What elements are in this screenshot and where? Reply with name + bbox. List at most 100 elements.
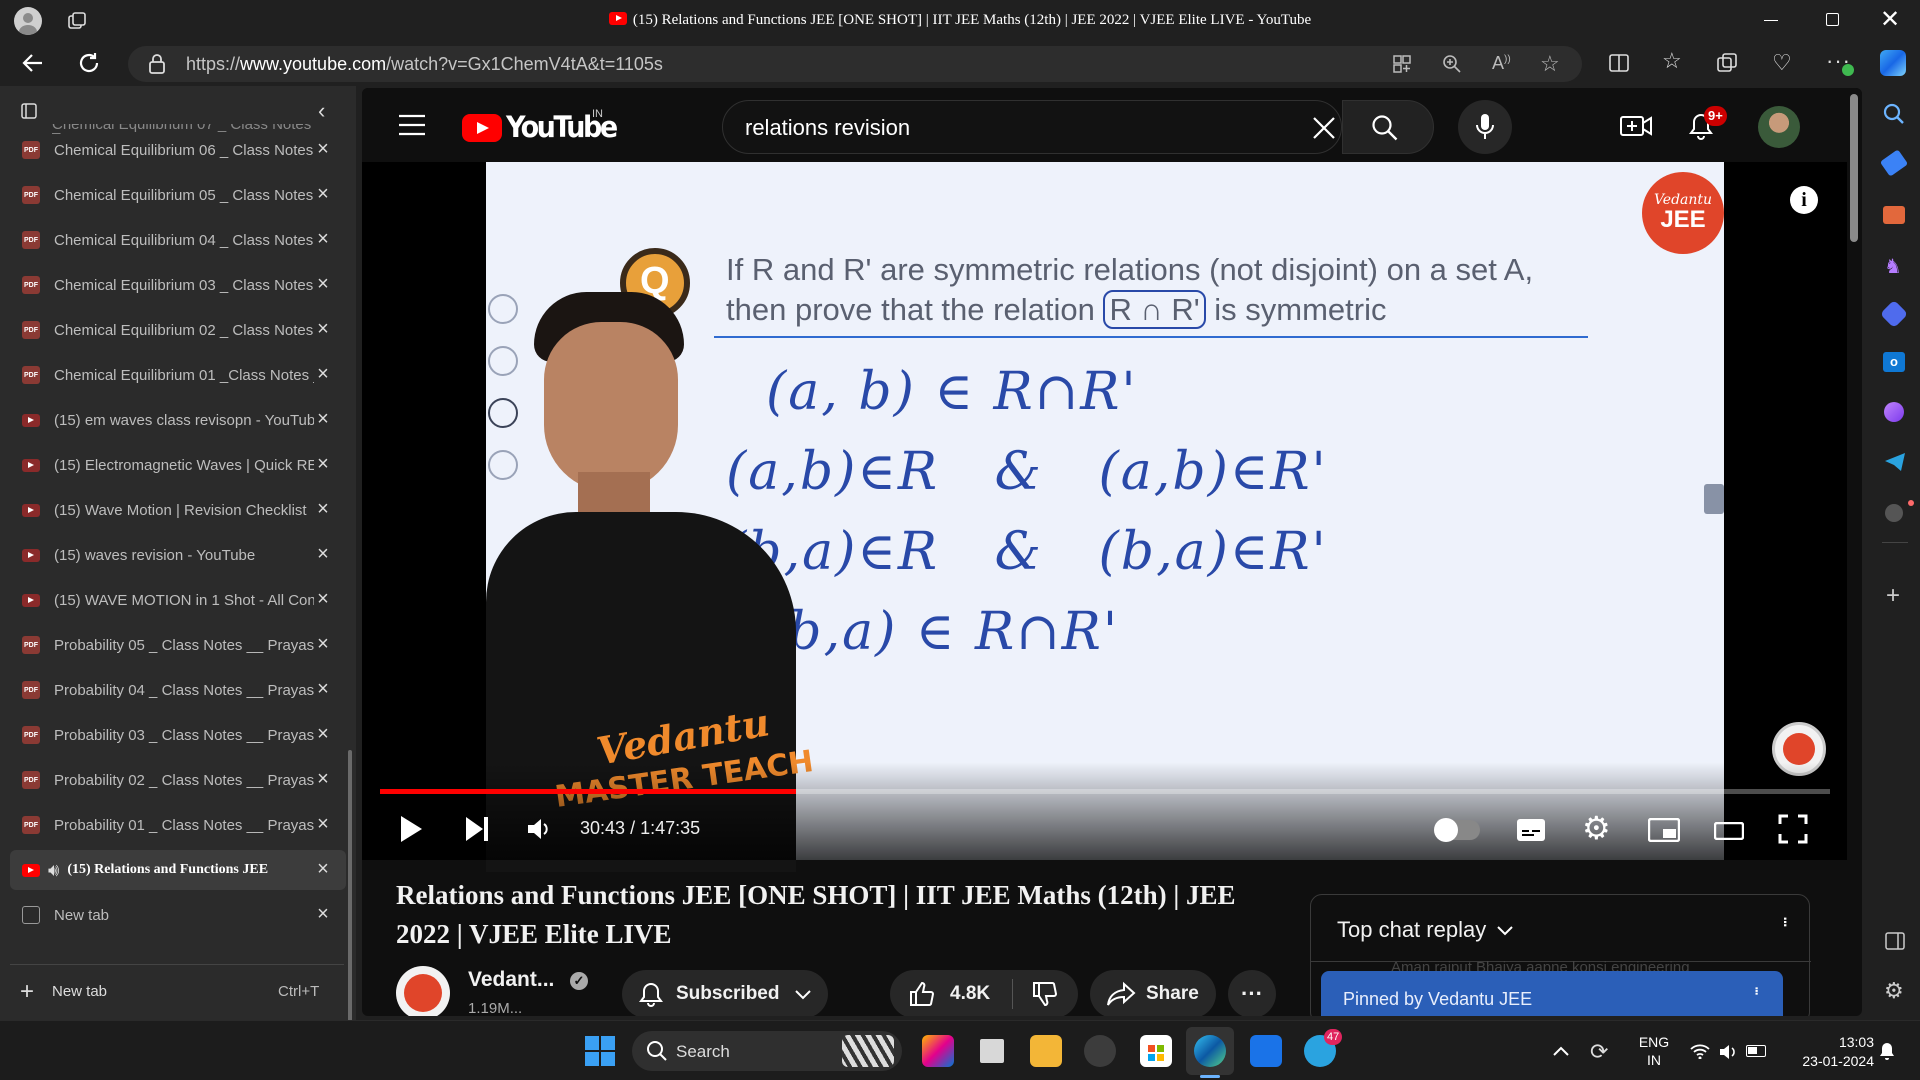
sidebar-tab[interactable]: PDF Probability 01 _ Class Notes __ Praya… — [10, 805, 346, 845]
subtitles-button[interactable] — [1516, 818, 1546, 842]
close-tab-icon[interactable]: × — [312, 183, 334, 205]
sidebar-tab[interactable]: PDF Probability 04 _ Class Notes __ Praya… — [10, 670, 346, 710]
close-tab-icon[interactable]: × — [312, 723, 334, 745]
chat-menu-icon[interactable]: ··· — [1773, 915, 1799, 925]
back-button[interactable] — [20, 50, 46, 76]
battery-icon[interactable] — [1746, 1045, 1766, 1057]
miniplayer-button[interactable] — [1648, 818, 1680, 842]
voice-search-button[interactable] — [1458, 100, 1512, 154]
copilot-icon[interactable] — [1880, 50, 1906, 76]
thumbs-down-icon[interactable] — [1031, 980, 1059, 1008]
copilot-sidebar-icon[interactable] — [1879, 299, 1909, 329]
pinned-message[interactable]: Pinned by Vedantu JEE ··· — [1321, 971, 1783, 1016]
close-tab-icon[interactable]: × — [312, 588, 334, 610]
theater-mode-button[interactable] — [1714, 822, 1744, 840]
favorites-icon[interactable]: ☆ — [1662, 48, 1682, 74]
close-tab-icon[interactable]: × — [312, 858, 334, 880]
close-tab-icon[interactable]: × — [312, 318, 334, 340]
tab-actions-icon[interactable] — [20, 102, 38, 120]
file-explorer-icon[interactable] — [1030, 1035, 1062, 1067]
split-screen-icon[interactable] — [1608, 52, 1630, 74]
restore-button[interactable] — [1826, 13, 1839, 26]
close-tab-icon[interactable]: × — [312, 543, 334, 565]
favorite-star-icon[interactable]: ☆ — [1540, 51, 1560, 77]
hamburger-menu-icon[interactable] — [398, 114, 426, 136]
more-actions-button[interactable]: ··· — [1228, 970, 1276, 1016]
sidebar-tab[interactable]: (15) Wave Motion | Revision Checklist × — [10, 490, 346, 530]
close-tab-icon[interactable]: × — [312, 903, 334, 925]
share-button[interactable]: Share — [1090, 970, 1216, 1016]
read-aloud-icon[interactable]: A)) — [1492, 53, 1511, 74]
fullscreen-button[interactable] — [1778, 814, 1808, 844]
telegram-sidebar-icon[interactable] — [1884, 452, 1906, 472]
url-text[interactable]: https://www.youtube.com/watch?v=Gx1ChemV… — [186, 54, 663, 75]
sidebar-search-icon[interactable] — [1882, 102, 1906, 126]
search-query[interactable]: relations revision — [745, 115, 910, 141]
shopping-tag-icon[interactable] — [1879, 149, 1909, 177]
browser-essentials-icon[interactable]: ♡ — [1772, 50, 1792, 76]
hide-sidebar-icon[interactable] — [1885, 932, 1905, 950]
address-bar[interactable]: https://www.youtube.com/watch?v=Gx1ChemV… — [128, 46, 1582, 82]
zoom-icon[interactable] — [1442, 54, 1462, 74]
volume-button[interactable] — [526, 816, 552, 842]
sidebar-tab[interactable]: PDF Chemical Equilibrium 01 _Class Notes … — [10, 355, 346, 395]
language-indicator[interactable]: ENG IN — [1636, 1033, 1672, 1069]
chat-mode-dropdown[interactable]: Top chat replay — [1337, 917, 1514, 943]
subscribed-button[interactable]: Subscribed — [622, 970, 828, 1016]
clear-search-icon[interactable] — [1311, 115, 1337, 141]
search-box[interactable]: relations revision — [722, 100, 1342, 154]
add-sidebar-app-icon[interactable]: + — [1886, 582, 1900, 610]
sidebar-tab[interactable]: (15) WAVE MOTION in 1 Shot - All Con × — [10, 580, 346, 620]
close-tab-icon[interactable]: × — [312, 633, 334, 655]
close-tab-icon[interactable]: × — [312, 408, 334, 430]
settings-gear-icon[interactable]: ⚙ — [1582, 812, 1611, 844]
sidebar-tab[interactable]: PDF Chemical Equilibrium 06 _ Class Notes… — [10, 130, 346, 170]
page-scrollbar[interactable] — [1850, 94, 1858, 242]
edge-taskbar-icon[interactable] — [1194, 1035, 1226, 1067]
sidebar-tab[interactable]: PDF Chemical Equilibrium 05 _ Class Notes… — [10, 175, 346, 215]
refresh-button[interactable] — [76, 50, 102, 76]
close-tab-icon[interactable]: × — [312, 678, 334, 700]
like-button[interactable]: 4.8K — [890, 970, 1078, 1016]
next-video-button[interactable] — [464, 814, 490, 844]
sync-tray-icon[interactable]: ⟳ — [1590, 1039, 1608, 1065]
task-view-icon[interactable] — [976, 1035, 1008, 1067]
tools-icon[interactable] — [1883, 206, 1905, 224]
close-tab-icon[interactable]: × — [312, 363, 334, 385]
play-button[interactable] — [398, 814, 424, 844]
notifications-tray-icon[interactable] — [1878, 1041, 1896, 1061]
close-window-button[interactable]: ✕ — [1880, 8, 1900, 32]
sidebar-tab[interactable]: New tab × — [10, 895, 346, 935]
channel-avatar[interactable] — [396, 966, 450, 1016]
video-info-card-icon[interactable]: i — [1790, 186, 1818, 214]
minimize-button[interactable] — [1764, 20, 1778, 21]
sidebar-settings-icon[interactable]: ⚙ — [1884, 978, 1904, 1004]
channel-name[interactable]: Vedant... — [468, 968, 554, 992]
app-taskbar-icon[interactable] — [1084, 1035, 1116, 1067]
pinned-menu-icon[interactable]: ··· — [1745, 985, 1768, 993]
sidebar-tab[interactable]: (15) Electromagnetic Waves | Quick RE × — [10, 445, 346, 485]
create-video-icon[interactable] — [1620, 114, 1652, 138]
search-button[interactable] — [1342, 100, 1434, 154]
youtube-logo[interactable]: YouTube IN — [462, 108, 622, 145]
sidebar-tab[interactable]: PDF Probability 05 _ Class Notes __ Praya… — [10, 625, 346, 665]
volume-tray-icon[interactable] — [1718, 1043, 1738, 1061]
audio-playing-icon[interactable]: 🔊︎ — [48, 860, 59, 881]
sidebar-tab[interactable]: PDF Chemical Equilibrium 04 _ Class Notes… — [10, 220, 346, 260]
app-available-icon[interactable] — [1392, 54, 1412, 74]
sidebar-tab[interactable]: PDF Probability 02 _ Class Notes __ Praya… — [10, 760, 346, 800]
close-tab-icon[interactable]: × — [312, 228, 334, 250]
collapse-sidebar-button[interactable]: ‹ — [318, 98, 325, 124]
close-tab-icon[interactable]: × — [312, 813, 334, 835]
clock[interactable]: 13:03 23-01-2024 — [1780, 1033, 1874, 1071]
close-tab-icon[interactable]: × — [312, 453, 334, 475]
close-tab-icon[interactable]: × — [312, 273, 334, 295]
notes-taskbar-icon[interactable] — [1250, 1035, 1282, 1067]
sidebar-tab[interactable]: (15) waves revision - YouTube × — [10, 535, 346, 575]
wifi-icon[interactable] — [1690, 1043, 1710, 1059]
lock-icon[interactable] — [148, 54, 166, 74]
outlook-icon[interactable]: o — [1883, 352, 1905, 372]
close-tab-icon[interactable]: × — [312, 498, 334, 520]
close-tab-icon[interactable]: × — [312, 138, 334, 160]
sidebar-tab[interactable]: PDF Probability 03 _ Class Notes __ Praya… — [10, 715, 346, 755]
